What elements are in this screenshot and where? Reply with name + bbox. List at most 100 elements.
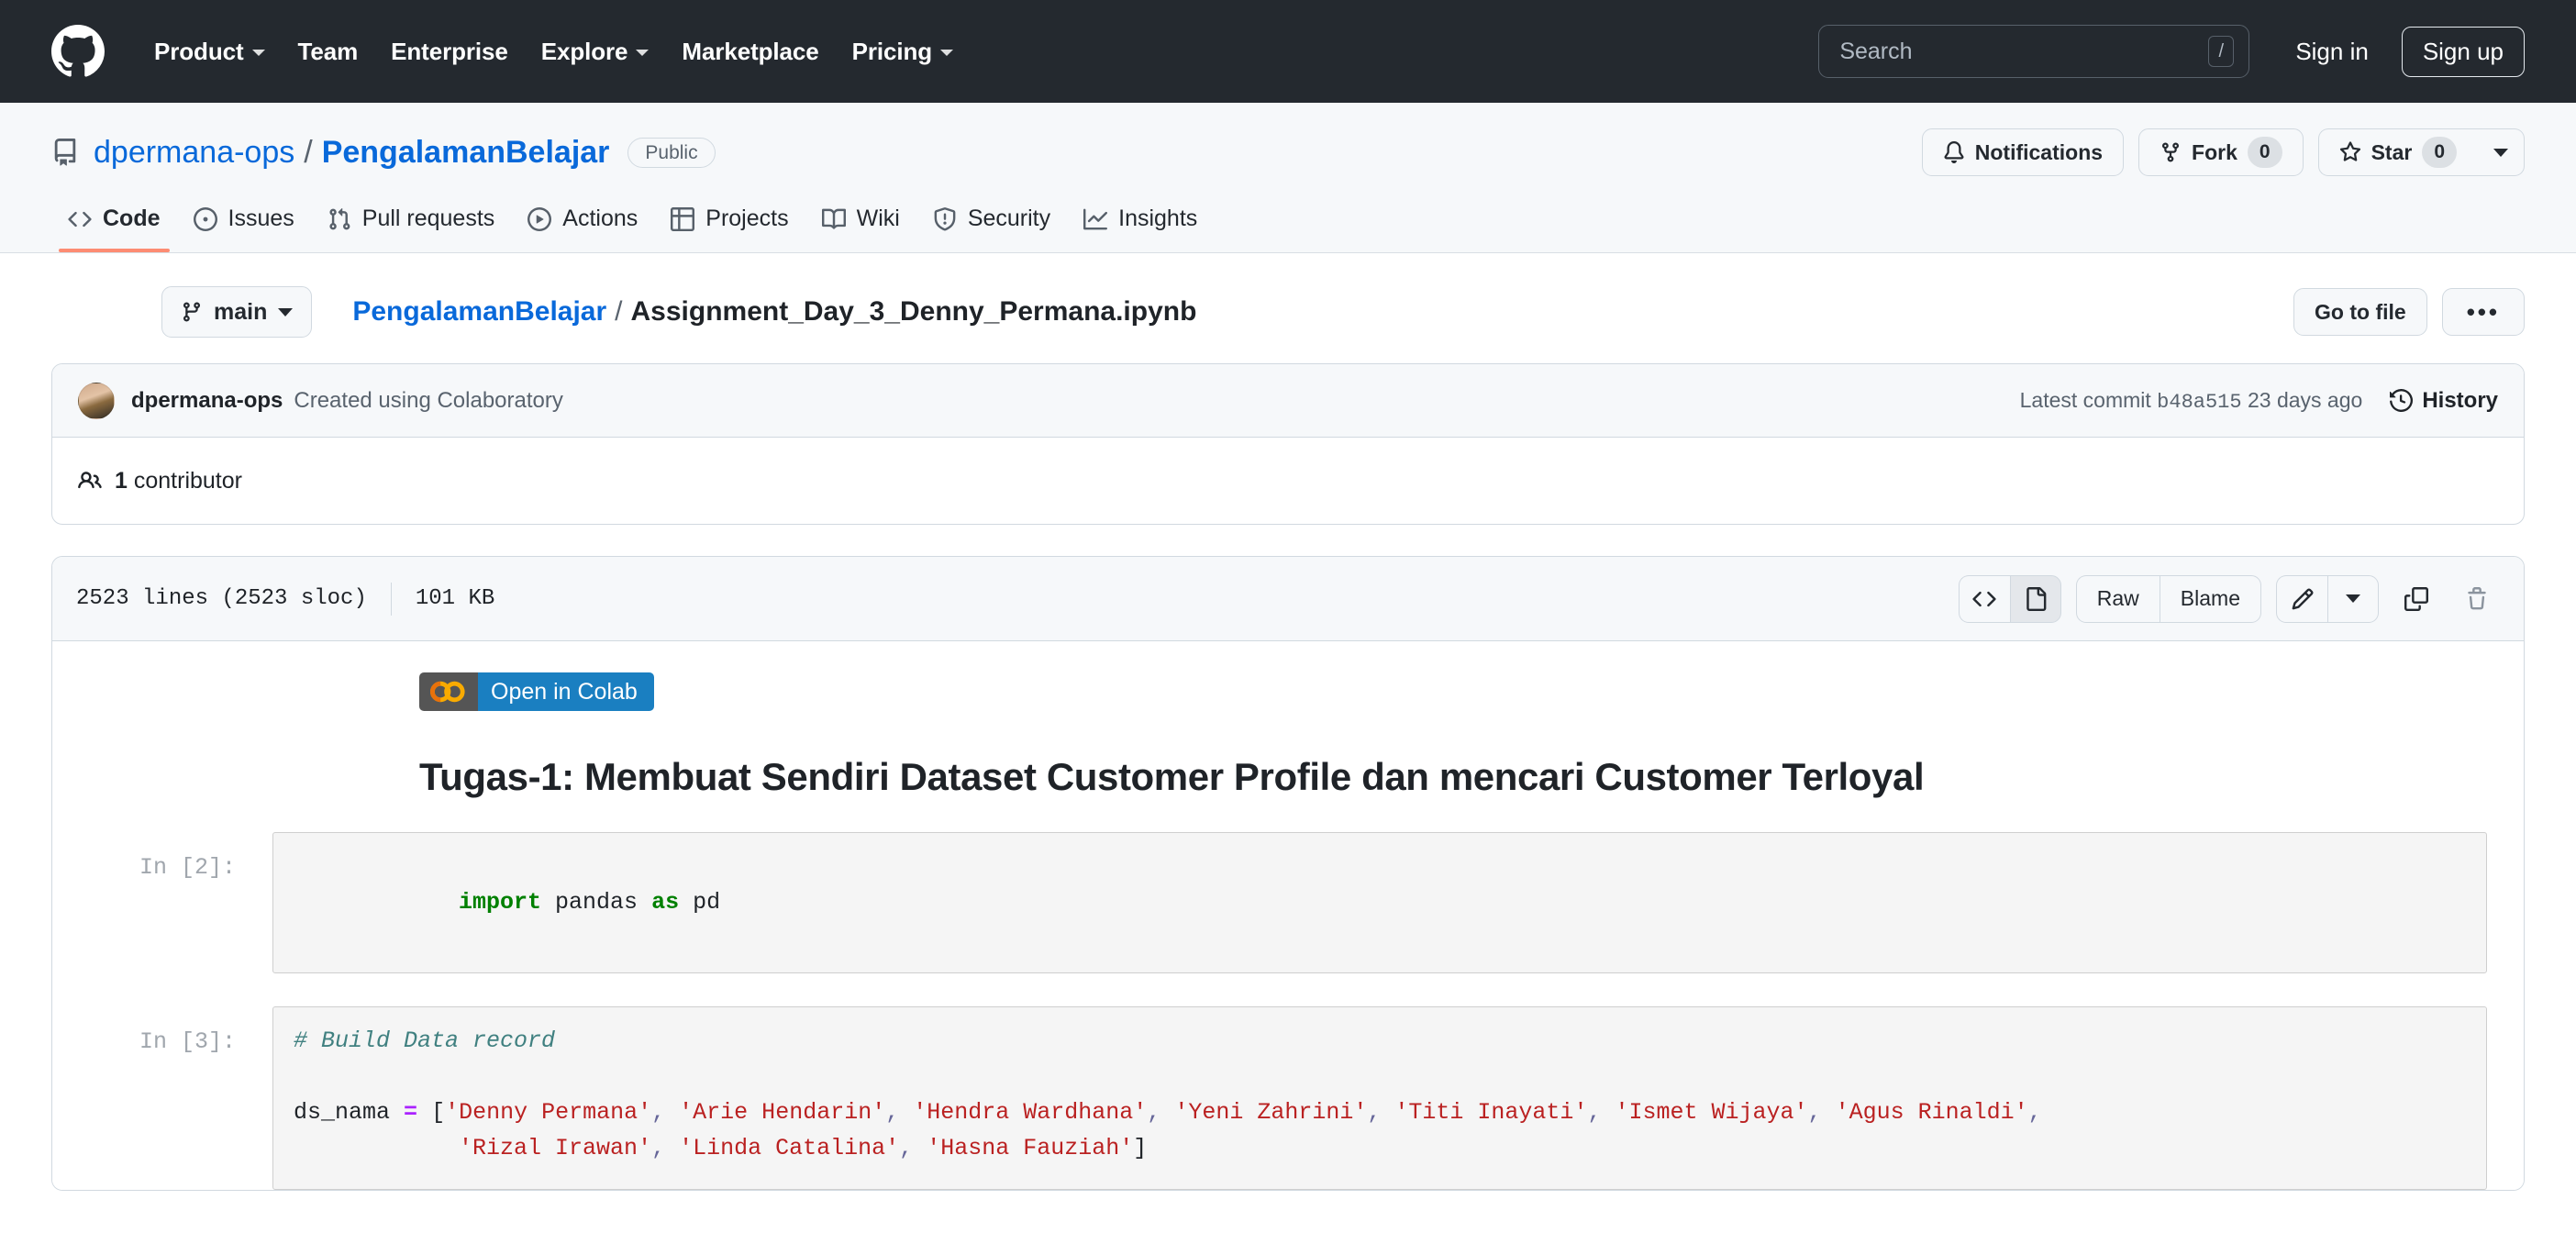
commit-sha[interactable]: b48a515 <box>2157 391 2241 414</box>
copy-icon <box>2404 586 2428 611</box>
commit-row: dpermana-ops Created using Colaboratory … <box>52 364 2524 438</box>
contributors-count: 1 <box>115 467 128 494</box>
tab-projects[interactable]: Projects <box>654 194 805 252</box>
search-input[interactable]: Search / <box>1818 25 2250 78</box>
star-button[interactable]: Star 0 <box>2317 128 2477 176</box>
sign-up-button[interactable]: Sign up <box>2401 26 2525 77</box>
code-icon <box>68 211 92 227</box>
avatar[interactable] <box>78 382 115 419</box>
go-to-file-button[interactable]: Go to file <box>2293 288 2427 336</box>
tab-label: Actions <box>562 205 638 231</box>
commit-message-link[interactable]: Created using Colaboratory <box>294 388 563 414</box>
history-label: History <box>2422 387 2498 413</box>
nav-item-label: Explore <box>540 37 628 65</box>
blame-label: Blame <box>2180 586 2240 610</box>
star-count: 0 <box>2422 137 2457 168</box>
breadcrumb-separator: / <box>615 296 623 327</box>
bell-icon <box>1944 141 1964 163</box>
latest-commit-label: Latest commit <box>2019 387 2151 412</box>
delete-file-button[interactable] <box>2454 576 2500 622</box>
nav-item-product[interactable]: Product <box>138 28 282 75</box>
edit-dropdown-button[interactable] <box>2327 574 2379 623</box>
main-content: main PengalamanBelajar / Assignment_Day_… <box>0 253 2576 1192</box>
tab-code[interactable]: Code <box>51 194 177 252</box>
view-rendered-button[interactable] <box>2009 574 2061 623</box>
nav-item-explore[interactable]: Explore <box>525 28 666 75</box>
chevron-down-icon <box>278 307 294 317</box>
tab-wiki[interactable]: Wiki <box>805 194 916 252</box>
notebook-body: Open in Colab Tugas-1: Membuat Sendiri D… <box>52 641 2524 1191</box>
tab-pull-requests[interactable]: Pull requests <box>311 194 512 252</box>
shield-icon <box>934 206 956 230</box>
tab-issues[interactable]: Issues <box>177 194 311 252</box>
repository-title-row: dpermana-ops / PengalamanBelajar Public … <box>51 127 2525 178</box>
trash-icon <box>2468 586 2486 609</box>
open-in-colab-badge[interactable]: Open in Colab <box>419 672 654 711</box>
star-dropdown-button[interactable] <box>2477 128 2525 176</box>
git-branch-icon <box>183 302 200 322</box>
latest-commit-box: dpermana-ops Created using Colaboratory … <box>51 363 2525 525</box>
breadcrumb-file-name: Assignment_Day_3_Denny_Permana.ipynb <box>630 296 1197 327</box>
tab-label: Projects <box>705 205 789 231</box>
notebook-cell: In [2]: import pandas as pd <box>89 832 2487 974</box>
nav-item-label: Enterprise <box>391 37 508 65</box>
tab-label: Code <box>103 205 161 231</box>
repository-header: dpermana-ops / PengalamanBelajar Public … <box>0 103 2576 253</box>
repo-owner-link[interactable]: dpermana-ops <box>94 135 294 171</box>
github-mark-icon[interactable] <box>51 25 105 78</box>
cell-input-area[interactable]: # Build Data record ds_nama = ['Denny Pe… <box>272 1006 2487 1191</box>
copy-raw-button[interactable] <box>2393 576 2439 622</box>
colab-co-icon <box>430 681 465 703</box>
star-icon <box>2339 141 2360 161</box>
repository-actions: Notifications Fork 0 Star 0 <box>1921 128 2525 176</box>
table-icon <box>671 206 695 231</box>
fork-button[interactable]: Fork 0 <box>2138 128 2304 176</box>
cell-input-area[interactable]: import pandas as pd <box>272 832 2487 974</box>
fork-count: 0 <box>2247 137 2282 168</box>
commit-history-link[interactable]: History <box>2390 388 2498 414</box>
tab-label: Pull requests <box>361 205 495 231</box>
chevron-down-icon <box>251 50 265 56</box>
nav-item-team[interactable]: Team <box>282 28 375 75</box>
nav-item-marketplace[interactable]: Marketplace <box>665 28 835 75</box>
commit-time: 23 days ago <box>2247 387 2363 412</box>
repo-name-link[interactable]: PengalamanBelajar <box>322 135 610 171</box>
view-mode-toggle <box>1958 574 2061 623</box>
cell-source-code: # Build Data record ds_nama = ['Denny Pe… <box>294 1027 2042 1161</box>
sign-in-button[interactable]: Sign in <box>2270 38 2394 66</box>
raw-blame-group: Raw Blame <box>2075 574 2261 623</box>
chevron-down-icon <box>2346 594 2360 603</box>
nav-item-pricing[interactable]: Pricing <box>836 28 970 75</box>
branch-selector-button[interactable]: main <box>161 286 313 338</box>
code-icon <box>1972 591 1996 606</box>
view-source-button[interactable] <box>1958 574 2010 623</box>
raw-button[interactable]: Raw <box>2075 574 2160 623</box>
colab-logo-icon <box>419 672 478 711</box>
breadcrumb-repo-link[interactable]: PengalamanBelajar <box>352 296 606 328</box>
tab-security[interactable]: Security <box>916 194 1067 252</box>
book-icon <box>821 208 846 229</box>
repo-icon <box>51 139 79 166</box>
people-icon <box>78 472 102 489</box>
contributors-label: contributor <box>133 467 242 494</box>
toolbar-divider <box>390 582 392 616</box>
tab-insights[interactable]: Insights <box>1067 194 1214 252</box>
repo-path-separator: / <box>304 134 313 170</box>
nav-item-label: Pricing <box>851 37 933 65</box>
breadcrumb: PengalamanBelajar / Assignment_Day_3_Den… <box>352 296 1196 328</box>
edit-group <box>2276 574 2379 623</box>
contributors-link[interactable]: 1 contributor <box>115 468 242 494</box>
file-navigation-row: main PengalamanBelajar / Assignment_Day_… <box>51 253 2525 347</box>
nav-item-enterprise[interactable]: Enterprise <box>374 28 525 75</box>
file-blob-box: 2523 lines (2523 sloc) 101 KB Raw Blame … <box>51 556 2525 1192</box>
cell-prompt: In [2]: <box>139 854 236 881</box>
tab-actions[interactable]: Actions <box>511 194 654 252</box>
notebook-heading: Tugas-1: Membuat Sendiri Dataset Custome… <box>419 755 1925 798</box>
more-options-button[interactable]: ••• <box>2441 288 2525 336</box>
blame-button[interactable]: Blame <box>2159 574 2261 623</box>
commit-author-link[interactable]: dpermana-ops <box>131 388 283 414</box>
cell-source-code: import pandas as pd <box>459 888 721 916</box>
edit-file-button[interactable] <box>2276 574 2327 623</box>
tab-label: Wiki <box>856 205 900 231</box>
notifications-button[interactable]: Notifications <box>1921 128 2125 176</box>
